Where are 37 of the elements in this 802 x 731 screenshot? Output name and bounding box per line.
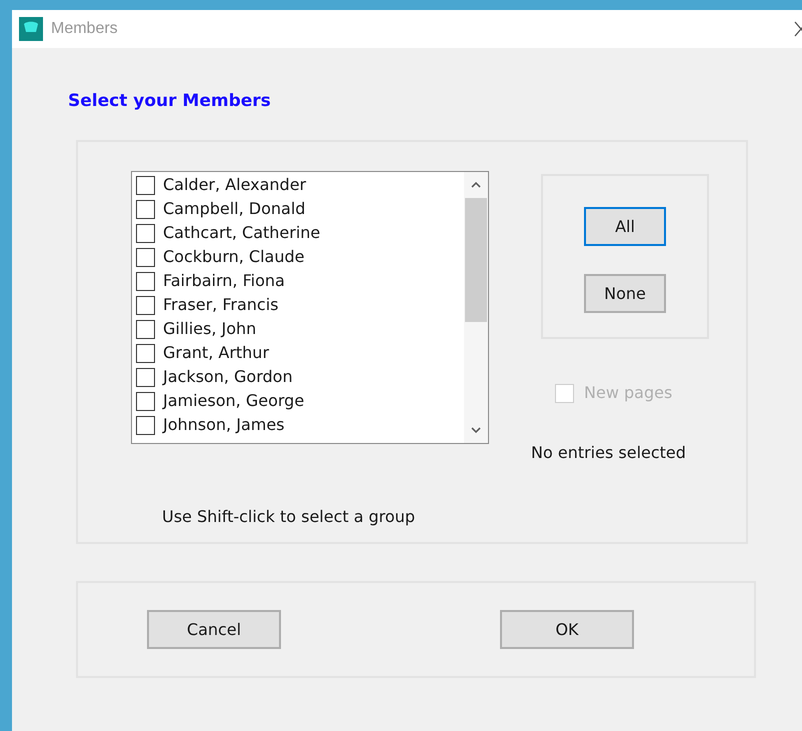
- member-name[interactable]: Calder, Alexander: [163, 173, 306, 197]
- member-list[interactable]: Calder, Alexander Campbell, Donald Cathcart, Catherine Cockburn, Claude Fairbairn, Fiona Fraser, Francis Gillies, John Grant, Arthur Jackson, Gordon Jamieson, George Johnson, James: [131, 171, 489, 444]
- checkbox[interactable]: [136, 392, 155, 410]
- select-button[interactable]: All: [584, 207, 666, 246]
- new-pages-label: New pages: [584, 382, 672, 404]
- scroll-thumb[interactable]: [465, 198, 487, 322]
- member-name[interactable]: Cockburn, Claude: [163, 245, 304, 269]
- member-name[interactable]: Johnson, James: [163, 413, 285, 437]
- member-name[interactable]: Fraser, Francis: [163, 293, 278, 317]
- member-name[interactable]: Jamieson, George: [163, 389, 304, 413]
- member-name[interactable]: Fairbairn, Fiona: [163, 269, 285, 293]
- member-name[interactable]: Grant, Arthur: [163, 341, 270, 365]
- member-name[interactable]: Jackson, Gordon: [163, 365, 293, 389]
- select-button[interactable]: None: [584, 274, 666, 313]
- dialog-button[interactable]: OK: [500, 610, 634, 649]
- scrollbar[interactable]: [464, 172, 488, 443]
- checkbox[interactable]: [136, 320, 155, 338]
- checkbox[interactable]: [136, 296, 155, 314]
- shift-click-hint: Use Shift-click to select a group: [162, 506, 416, 528]
- checkbox[interactable]: [136, 272, 155, 290]
- member-name[interactable]: Cathcart, Catherine: [163, 221, 320, 245]
- dialog-heading: Select your Members: [68, 90, 271, 112]
- checkbox[interactable]: [136, 176, 155, 194]
- checkbox[interactable]: [136, 248, 155, 266]
- scroll-down-icon[interactable]: [471, 427, 481, 434]
- window-title: Members: [51, 19, 118, 39]
- checkbox[interactable]: [136, 368, 155, 386]
- checkbox[interactable]: [136, 416, 155, 434]
- selection-status: No entries selected: [531, 442, 687, 464]
- checkbox[interactable]: [136, 224, 155, 242]
- member-name[interactable]: Gillies, John: [163, 317, 256, 341]
- dialog-button[interactable]: Cancel: [147, 610, 281, 649]
- checkbox[interactable]: [136, 344, 155, 362]
- checkbox[interactable]: [136, 200, 155, 218]
- app-icon: [19, 17, 43, 41]
- scroll-up-icon[interactable]: [471, 181, 481, 188]
- member-name[interactable]: Campbell, Donald: [163, 197, 306, 221]
